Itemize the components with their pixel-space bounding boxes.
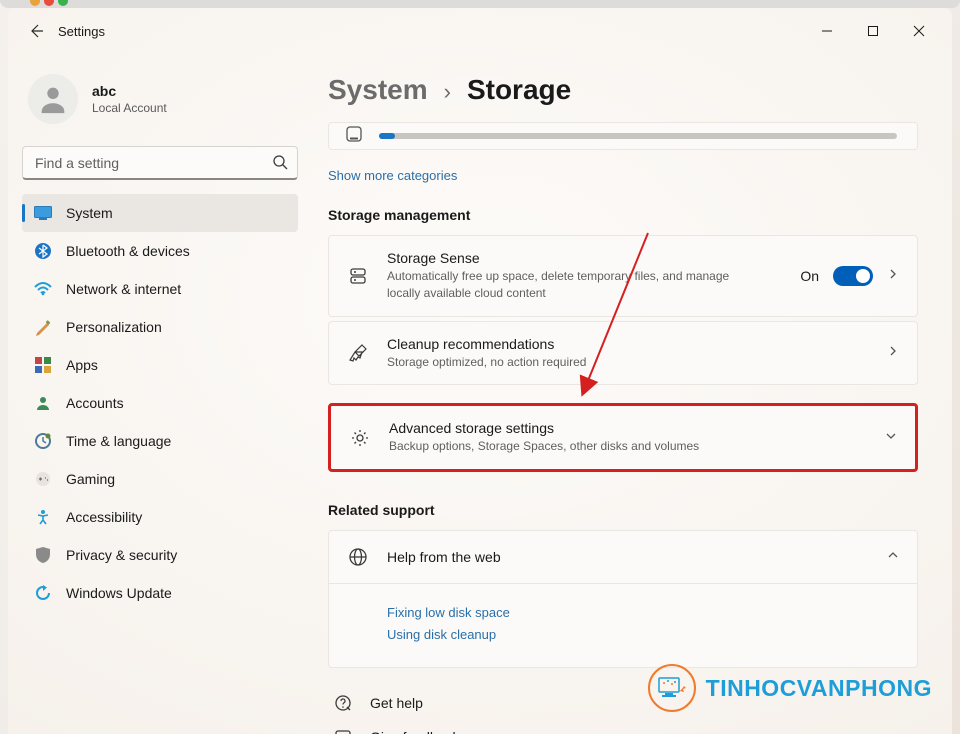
watermark-logo xyxy=(648,664,696,712)
storage-sense-icon xyxy=(347,266,369,286)
breadcrumb: System › Storage xyxy=(328,74,918,106)
storage-sense-row[interactable]: Storage Sense Automatically free up spac… xyxy=(328,235,918,317)
sidebar-item-privacy[interactable]: Privacy & security xyxy=(22,536,298,574)
app-title: Settings xyxy=(58,24,105,39)
accessibility-icon xyxy=(34,508,52,526)
nav-list: System Bluetooth & devices Network & int… xyxy=(22,194,298,612)
bluetooth-icon xyxy=(34,242,52,260)
avatar xyxy=(28,74,78,124)
sidebar-item-label: Bluetooth & devices xyxy=(66,243,190,259)
minimize-button[interactable] xyxy=(804,15,850,47)
help-header[interactable]: Help from the web xyxy=(329,531,917,583)
chevron-right-icon: › xyxy=(444,79,451,105)
sidebar-item-label: System xyxy=(66,205,113,221)
sidebar-item-label: Windows Update xyxy=(66,585,172,601)
sidebar-item-label: Privacy & security xyxy=(66,547,177,563)
settings-window: Settings abc Local Account xyxy=(8,8,952,734)
wifi-icon xyxy=(34,280,52,298)
watermark: TINHOCVANPHONG xyxy=(648,664,932,712)
help-link-low-disk[interactable]: Fixing low disk space xyxy=(387,605,899,620)
toggle-label: On xyxy=(800,268,819,284)
cleanup-row[interactable]: Cleanup recommendations Storage optimize… xyxy=(328,321,918,386)
clock-icon xyxy=(34,432,52,450)
breadcrumb-current: Storage xyxy=(467,74,571,106)
row-desc: Automatically free up space, delete temp… xyxy=(387,268,747,302)
section-storage-management: Storage management xyxy=(328,207,918,223)
user-type: Local Account xyxy=(92,101,167,115)
sidebar-item-accounts[interactable]: Accounts xyxy=(22,384,298,422)
apps-icon xyxy=(34,356,52,374)
storage-usage-card[interactable] xyxy=(328,122,918,150)
row-title: Advanced storage settings xyxy=(389,420,867,436)
storage-bar xyxy=(379,133,897,139)
system-icon xyxy=(34,204,52,222)
sidebar-item-label: Apps xyxy=(66,357,98,373)
storage-sense-toggle[interactable] xyxy=(833,266,873,286)
main-content: System › Storage Show more categories St… xyxy=(308,54,952,734)
sidebar-item-label: Accounts xyxy=(66,395,124,411)
shield-icon xyxy=(34,546,52,564)
row-desc: Backup options, Storage Spaces, other di… xyxy=(389,438,749,455)
sidebar-item-network[interactable]: Network & internet xyxy=(22,270,298,308)
titlebar: Settings xyxy=(8,8,952,54)
row-title: Storage Sense xyxy=(387,250,782,266)
row-desc: Storage optimized, no action required xyxy=(387,354,747,371)
broom-icon xyxy=(347,343,369,363)
accounts-icon xyxy=(34,394,52,412)
sidebar-item-label: Personalization xyxy=(66,319,162,335)
sidebar-item-label: Time & language xyxy=(66,433,171,449)
help-icon xyxy=(332,694,354,712)
sidebar-item-accessibility[interactable]: Accessibility xyxy=(22,498,298,536)
sidebar-item-gaming[interactable]: Gaming xyxy=(22,460,298,498)
user-name: abc xyxy=(92,83,167,99)
help-link-disk-cleanup[interactable]: Using disk cleanup xyxy=(387,627,899,642)
chevron-up-icon xyxy=(887,548,899,566)
row-title: Cleanup recommendations xyxy=(387,336,869,352)
sidebar: abc Local Account System Bluetooth & dev… xyxy=(8,54,308,734)
search-icon xyxy=(272,154,288,175)
gaming-icon xyxy=(34,470,52,488)
drive-icon xyxy=(345,125,363,148)
feedback-icon xyxy=(332,728,354,734)
back-button[interactable] xyxy=(18,13,54,49)
update-icon xyxy=(34,584,52,602)
sidebar-item-label: Accessibility xyxy=(66,509,142,525)
watermark-text: TINHOCVANPHONG xyxy=(706,675,932,702)
chevron-right-icon xyxy=(887,344,899,362)
breadcrumb-parent[interactable]: System xyxy=(328,74,428,106)
sidebar-item-time[interactable]: Time & language xyxy=(22,422,298,460)
sidebar-item-label: Network & internet xyxy=(66,281,181,297)
chevron-right-icon xyxy=(887,267,899,285)
chevron-down-icon xyxy=(885,429,897,447)
search-input[interactable] xyxy=(22,146,298,180)
sidebar-item-apps[interactable]: Apps xyxy=(22,346,298,384)
sidebar-item-label: Gaming xyxy=(66,471,115,487)
paint-icon xyxy=(34,318,52,336)
feedback-link[interactable]: Give feedback xyxy=(328,720,918,734)
sidebar-item-bluetooth[interactable]: Bluetooth & devices xyxy=(22,232,298,270)
sidebar-item-update[interactable]: Windows Update xyxy=(22,574,298,612)
advanced-storage-row[interactable]: Advanced storage settings Backup options… xyxy=(328,403,918,472)
maximize-button[interactable] xyxy=(850,15,896,47)
gear-icon xyxy=(349,428,371,448)
close-button[interactable] xyxy=(896,15,942,47)
help-card: Help from the web Fixing low disk space … xyxy=(328,530,918,668)
get-help-label: Get help xyxy=(370,695,423,711)
sidebar-item-personalization[interactable]: Personalization xyxy=(22,308,298,346)
help-title: Help from the web xyxy=(387,549,869,565)
account-block[interactable]: abc Local Account xyxy=(28,74,298,124)
sidebar-item-system[interactable]: System xyxy=(22,194,298,232)
feedback-label: Give feedback xyxy=(370,729,460,734)
globe-icon xyxy=(347,547,369,567)
show-more-link[interactable]: Show more categories xyxy=(328,168,457,183)
section-related-support: Related support xyxy=(328,502,918,518)
